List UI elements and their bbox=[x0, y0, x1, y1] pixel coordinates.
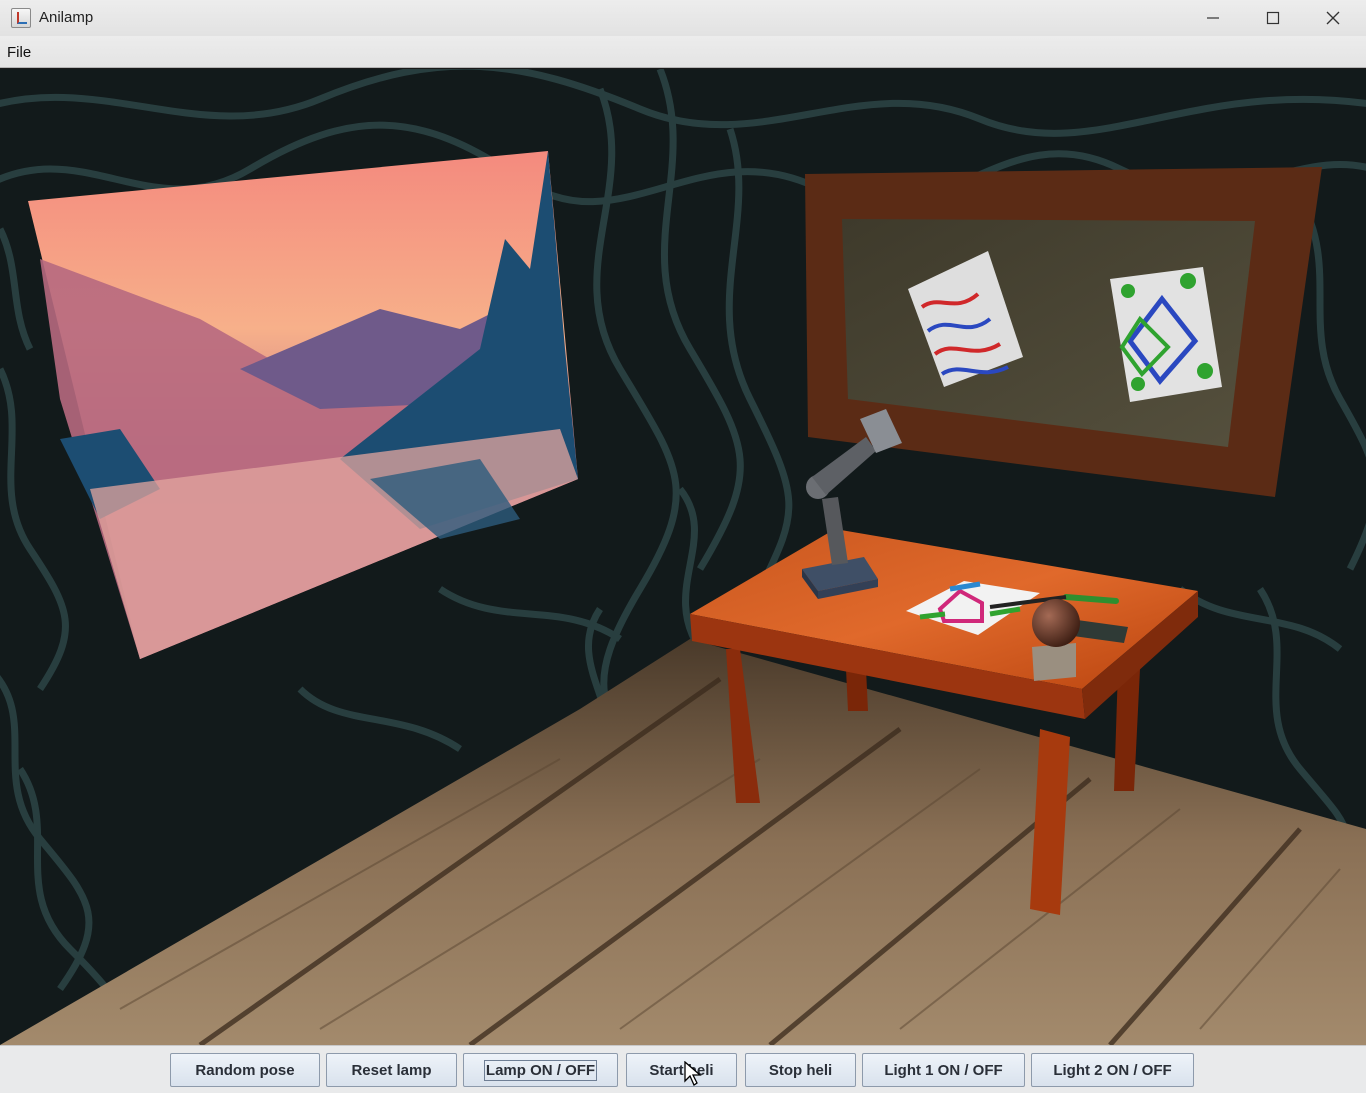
light-1-toggle-button[interactable]: Light 1 ON / OFF bbox=[862, 1053, 1025, 1087]
lamp-toggle-label: Lamp ON / OFF bbox=[483, 1059, 598, 1081]
start-heli-button[interactable]: Start heli bbox=[626, 1053, 737, 1087]
window-title: Anilamp bbox=[39, 9, 94, 26]
reset-lamp-button[interactable]: Reset lamp bbox=[326, 1053, 457, 1087]
scene-viewport[interactable] bbox=[0, 69, 1366, 1045]
lamp-toggle-button[interactable]: Lamp ON / OFF bbox=[463, 1053, 618, 1087]
mouse-cursor-icon bbox=[684, 1061, 702, 1086]
menu-bar: File bbox=[0, 36, 1366, 68]
maximize-button[interactable] bbox=[1244, 0, 1302, 36]
java-app-icon bbox=[11, 8, 31, 28]
close-button[interactable] bbox=[1304, 0, 1362, 36]
control-button-bar: Random pose Reset lamp Lamp ON / OFF Sta… bbox=[0, 1045, 1366, 1093]
diamond-drawing bbox=[1110, 267, 1222, 402]
stop-heli-button[interactable]: Stop heli bbox=[745, 1053, 856, 1087]
minimize-icon bbox=[1207, 17, 1219, 19]
minimize-button[interactable] bbox=[1184, 0, 1242, 36]
title-bar: Anilamp bbox=[0, 0, 1366, 36]
close-icon bbox=[1326, 11, 1340, 25]
maximize-icon bbox=[1266, 11, 1280, 25]
light-2-toggle-button[interactable]: Light 2 ON / OFF bbox=[1031, 1053, 1194, 1087]
random-pose-button[interactable]: Random pose bbox=[170, 1053, 320, 1087]
menu-file[interactable]: File bbox=[7, 44, 31, 61]
